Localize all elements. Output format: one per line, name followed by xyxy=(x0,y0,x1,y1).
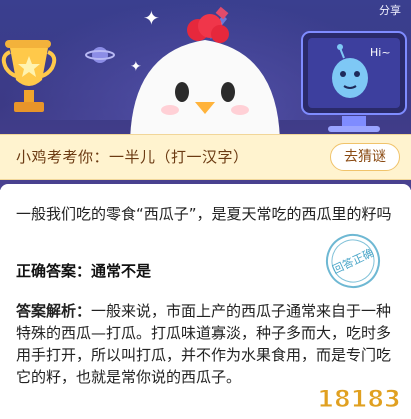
answer-line: 正确答案：通常不是 xyxy=(16,260,151,281)
correct-stamp-icon: 回答正确 xyxy=(326,234,380,288)
question-text: 一般我们吃的零食“西瓜子”，是夏天常吃的西瓜里的籽吗 xyxy=(16,205,392,223)
monitor-icon: Hi~ xyxy=(301,31,407,132)
guess-button[interactable]: 去猜谜 xyxy=(330,143,400,171)
share-button[interactable]: 分享 xyxy=(379,2,401,18)
answer-label: 正确答案： xyxy=(16,262,92,280)
watermark-logo: 18183 xyxy=(317,385,402,414)
chicken-mascot-icon xyxy=(129,14,281,152)
answer-value: 通常不是 xyxy=(91,262,152,280)
trophy-icon xyxy=(1,40,57,112)
watermark-text: 18183 xyxy=(317,385,401,413)
analysis-label: 答案解析： xyxy=(16,302,92,320)
stamp-text: 回答正确 xyxy=(330,245,376,276)
monitor-greeting: Hi~ xyxy=(370,46,391,59)
quiz-prompt: 小鸡考考你：一半儿（打一汉字） xyxy=(16,148,249,166)
analysis-block: 答案解析：一般来说，市面上产的西瓜子通常来自于一种特殊的西瓜—打瓜。打瓜味道寡淡… xyxy=(16,300,396,388)
